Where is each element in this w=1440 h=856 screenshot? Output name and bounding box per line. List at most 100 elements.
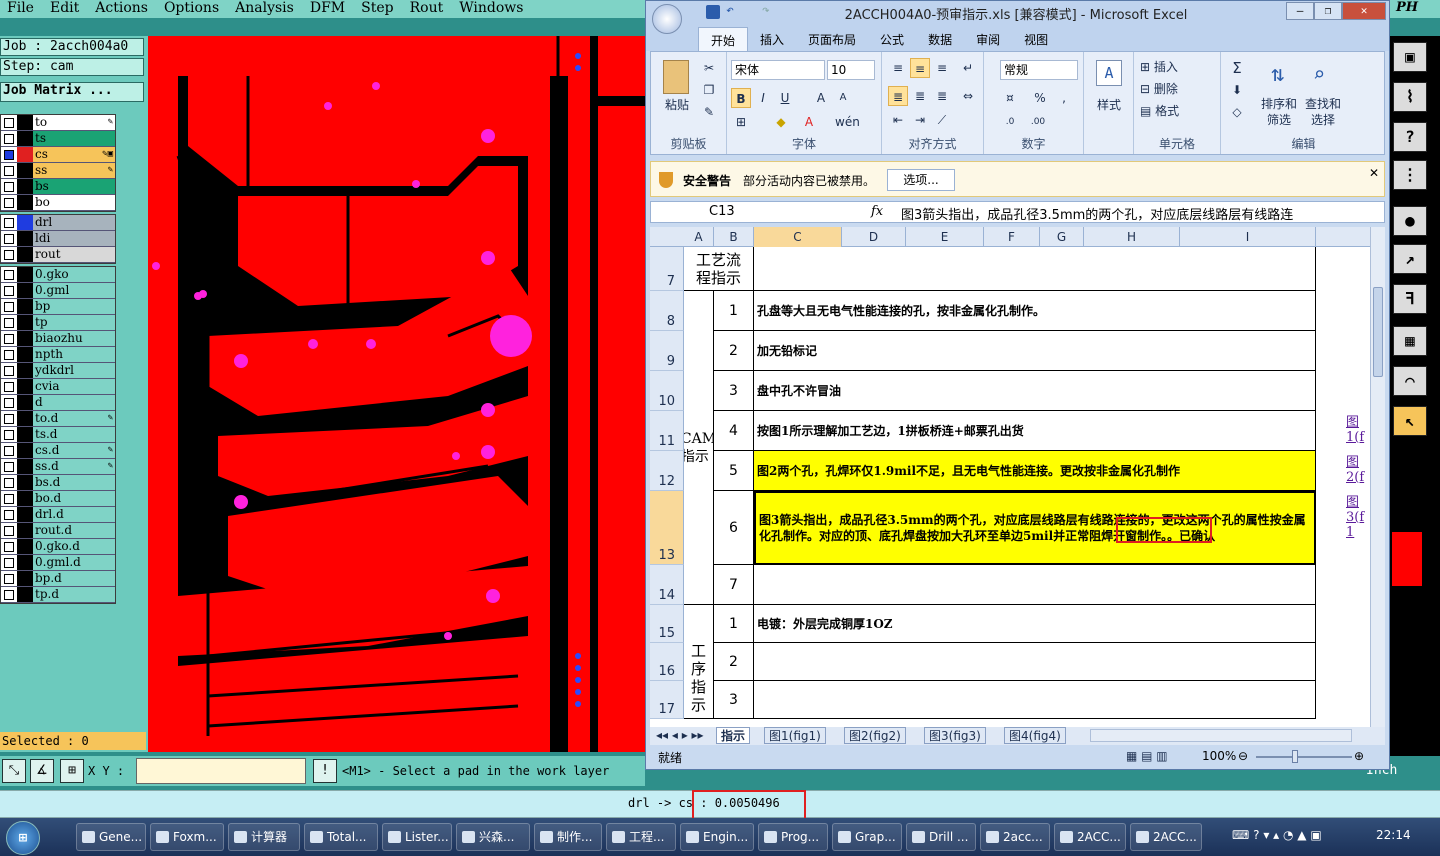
percent-icon[interactable]: % <box>1030 88 1050 108</box>
taskbar-item-7[interactable]: 工程... <box>606 823 676 851</box>
find-select-button[interactable]: 查找和选择 <box>1303 96 1343 128</box>
layer-row-ts[interactable]: ts <box>1 131 115 147</box>
security-options-button[interactable]: 选项... <box>887 169 955 191</box>
redo-icon[interactable]: ↷ <box>762 3 770 18</box>
column-header-C[interactable]: C <box>754 227 842 247</box>
cam-item-text[interactable]: 加无铅标记 <box>754 331 1316 371</box>
process-content-cell[interactable] <box>754 247 1316 291</box>
align-top-icon[interactable]: ≡ <box>888 58 908 78</box>
format-painter-icon[interactable]: ✎ <box>699 102 719 122</box>
comma-icon[interactable]: , <box>1054 88 1074 108</box>
layer-row-bp[interactable]: bp <box>1 299 115 315</box>
layer-checkbox[interactable] <box>4 382 14 392</box>
layer-tool-icon[interactable]: ⋮ <box>1393 160 1427 190</box>
taskbar-item-4[interactable]: Lister... <box>382 823 452 851</box>
row-header-13[interactable]: 13 <box>650 491 684 565</box>
horizontal-scrollbar[interactable] <box>1090 729 1352 742</box>
insert-cells-button[interactable]: ⊞ 插入 <box>1140 58 1178 75</box>
wrap-text-icon[interactable]: ↵ <box>958 58 978 78</box>
layer-row-0-gko[interactable]: 0.gko <box>1 267 115 283</box>
menu-rout[interactable]: Rout <box>403 0 453 18</box>
step-item-text[interactable]: 电镀：外层完成铜厚1OZ <box>754 605 1316 643</box>
increase-indent-icon[interactable]: ⇥ <box>910 110 930 130</box>
layer-checkbox[interactable] <box>4 286 14 296</box>
ribbon-tab-5[interactable]: 审阅 <box>964 27 1012 51</box>
layer-checkbox[interactable] <box>4 494 14 504</box>
column-header-H[interactable]: H <box>1084 227 1180 247</box>
taskbar-item-2[interactable]: 计算器 <box>228 823 300 851</box>
sort-filter-button[interactable]: 排序和筛选 <box>1259 96 1299 128</box>
zoom-slider[interactable] <box>1256 756 1352 758</box>
cam-item-text[interactable]: 按图1所示理解加工艺边，1拼板桥连+邮票孔出货 <box>754 411 1316 451</box>
row-header-9[interactable]: 9 <box>650 331 684 371</box>
layer-row-drl[interactable]: drl <box>1 215 115 231</box>
layer-row-bo[interactable]: bo <box>1 195 115 211</box>
find-icon[interactable]: ⌕ <box>1313 62 1325 86</box>
row-header-10[interactable]: 10 <box>650 371 684 411</box>
layer-checkbox[interactable] <box>4 198 14 208</box>
process-section-cell[interactable]: 工艺流程指示 <box>684 247 754 291</box>
ribbon-tab-6[interactable]: 视图 <box>1012 27 1060 51</box>
zoom-tool-icon[interactable]: ⤡ <box>2 759 26 783</box>
zoom-in-icon[interactable]: ⊕ <box>1354 749 1364 763</box>
cam-item-text[interactable] <box>754 565 1316 605</box>
sort-icon[interactable]: ⇅ <box>1271 62 1284 87</box>
tray-icons[interactable]: ⌨ ? ▾ ▴ ◔ ▲ ▣ <box>1232 828 1322 842</box>
cam-item-number[interactable]: 4 <box>714 411 754 451</box>
layer-row-bs[interactable]: bs <box>1 179 115 195</box>
delete-cells-button[interactable]: ⊟ 删除 <box>1140 80 1178 97</box>
layer-checkbox[interactable] <box>4 350 14 360</box>
layer-checkbox[interactable] <box>4 134 14 144</box>
alert-icon[interactable]: ! <box>313 759 337 783</box>
cam-item-number[interactable]: 5 <box>714 451 754 491</box>
column-header-B[interactable]: B <box>714 227 754 247</box>
layer-row-cs-d[interactable]: cs.d ✎ <box>1 443 115 459</box>
row-header-17[interactable]: 17 <box>650 681 684 719</box>
row-header-15[interactable]: 15 <box>650 605 684 643</box>
layer-checkbox[interactable] <box>4 250 14 260</box>
taskbar-item-13[interactable]: 2ACC... <box>1054 823 1126 851</box>
layer-checkbox[interactable] <box>4 166 14 176</box>
ribbon-tab-2[interactable]: 页面布局 <box>796 27 868 51</box>
layer-checkbox[interactable] <box>4 526 14 536</box>
layer-row-cvia[interactable]: cvia <box>1 379 115 395</box>
row-header-8[interactable]: 8 <box>650 291 684 331</box>
fill-icon[interactable]: ⬇ <box>1227 80 1247 100</box>
taskbar-item-6[interactable]: 制作... <box>534 823 602 851</box>
align-right-icon[interactable]: ≣ <box>932 86 952 106</box>
layer-checkbox[interactable] <box>4 462 14 472</box>
security-close-icon[interactable]: ✕ <box>1369 166 1379 180</box>
layer-checkbox[interactable] <box>4 302 14 312</box>
grow-font-button[interactable]: A <box>811 88 831 108</box>
layer-checkbox[interactable] <box>4 446 14 456</box>
sheet-tab-4[interactable]: 图4(fig4) <box>1004 727 1066 744</box>
sheet-tab-1[interactable]: 图1(fig1) <box>764 727 826 744</box>
menu-windows[interactable]: Windows <box>452 0 532 18</box>
layer-checkbox[interactable] <box>4 270 14 280</box>
formula-input[interactable]: 图3箭头指出，成品孔径3.5mm的两个孔，对应底层线路层有线路连 <box>901 204 1349 223</box>
figure-link[interactable]: 图3(f1 <box>1346 495 1366 540</box>
layer-checkbox[interactable] <box>4 366 14 376</box>
cam-item-text[interactable]: 孔盘等大且无电气性能连接的孔，按非金属化孔制作。 <box>754 291 1316 331</box>
start-button[interactable]: ⊞ <box>6 821 40 855</box>
border-icon[interactable]: ⊞ <box>731 112 751 132</box>
measure-tool-icon[interactable]: ∡ <box>30 759 54 783</box>
layer-row-d[interactable]: d <box>1 395 115 411</box>
font-color-icon[interactable]: A <box>799 112 819 132</box>
pcb-canvas[interactable] <box>148 36 645 752</box>
layer-checkbox[interactable] <box>4 150 14 160</box>
grid-tool-icon[interactable]: ⊞ <box>60 759 84 783</box>
layer-row-0-gko-d[interactable]: 0.gko.d <box>1 539 115 555</box>
font-size-select[interactable]: 10 <box>827 60 875 80</box>
layer-checkbox[interactable] <box>4 334 14 344</box>
layer-checkbox[interactable] <box>4 398 14 408</box>
step-item-number[interactable]: 3 <box>714 681 754 719</box>
merge-cells-icon[interactable]: ⇔ <box>958 86 978 106</box>
cam-section-cell[interactable]: CAM指示 <box>684 291 714 605</box>
office-button-icon[interactable] <box>652 4 682 34</box>
font-name-select[interactable]: 宋体 <box>731 60 825 80</box>
column-header-D[interactable]: D <box>842 227 906 247</box>
cam-item-text[interactable]: 盘中孔不许冒油 <box>754 371 1316 411</box>
cam-item-number[interactable]: 3 <box>714 371 754 411</box>
layer-checkbox[interactable] <box>4 182 14 192</box>
